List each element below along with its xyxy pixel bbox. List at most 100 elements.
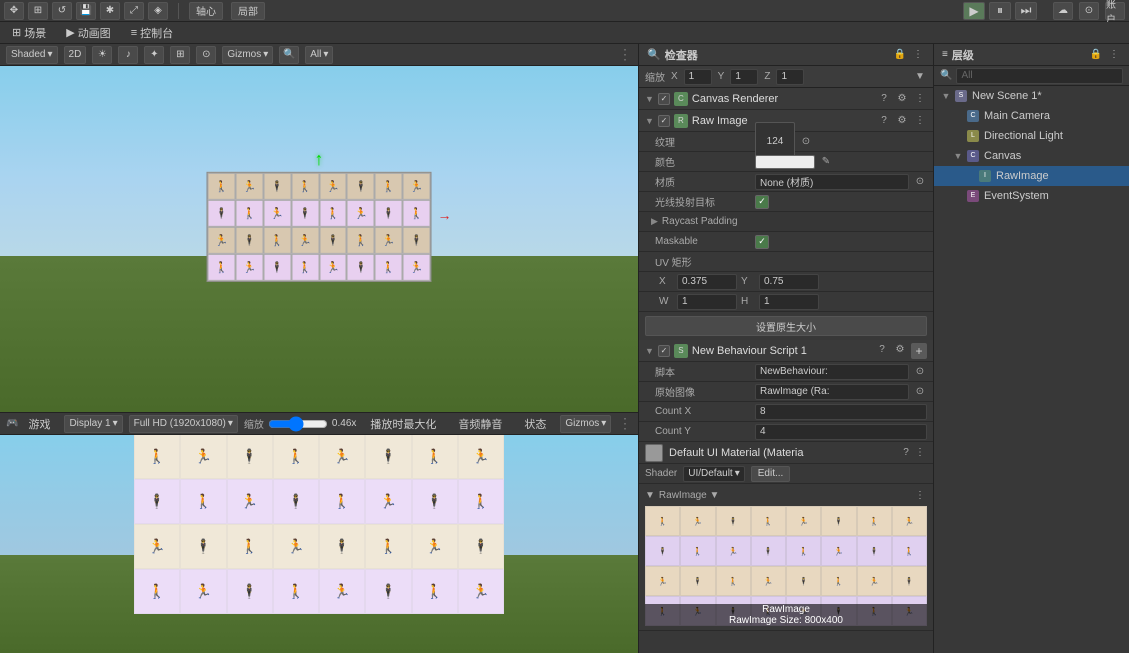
- uv-w-field[interactable]: 1: [677, 294, 737, 310]
- inspector-more-btn[interactable]: ⋮: [911, 48, 925, 62]
- scene-search-btn[interactable]: 🔍: [279, 46, 299, 64]
- material-field[interactable]: None (材质): [755, 174, 909, 190]
- scene-camera-btn[interactable]: ⊙: [196, 46, 216, 64]
- scene-fx-btn[interactable]: ✦: [144, 46, 164, 64]
- canvas-renderer-help[interactable]: ?: [877, 92, 891, 106]
- rawimage-more-btn[interactable]: ⋮: [913, 488, 927, 502]
- search-all-dropdown[interactable]: All ▾: [305, 46, 333, 64]
- count-y-field[interactable]: 4: [755, 424, 927, 440]
- scale-tool[interactable]: ✱: [100, 2, 120, 20]
- material-help-btn[interactable]: ?: [899, 446, 913, 460]
- uv-x-field[interactable]: 0.375: [677, 274, 737, 290]
- shader-edit-btn[interactable]: Edit...: [751, 466, 791, 482]
- play-maximize-btn[interactable]: 播放时最大化: [362, 414, 444, 434]
- hierarchy-title: 层级: [952, 47, 974, 63]
- hierarchy-header: ≡ 层级 🔒 ⋮: [934, 44, 1129, 66]
- maskable-checkbox[interactable]: ✓: [755, 235, 769, 249]
- play-button[interactable]: ▶: [963, 2, 985, 20]
- canvas-renderer-header[interactable]: ▼ ✓ C Canvas Renderer ? ⚙ ⋮: [639, 88, 933, 110]
- texture-pick-btn[interactable]: ⊙: [799, 135, 813, 149]
- account-btn[interactable]: 账户: [1105, 2, 1125, 20]
- resolution-dropdown[interactable]: Full HD (1920x1080) ▾: [129, 415, 238, 433]
- hierarchy-search-input[interactable]: All: [956, 68, 1123, 84]
- uv-y-field[interactable]: 0.75: [759, 274, 819, 290]
- y-value[interactable]: 1: [730, 69, 758, 85]
- scene-grid-btn[interactable]: ⊞: [170, 46, 190, 64]
- color-eyedropper[interactable]: ✎: [819, 155, 833, 169]
- material-pick-btn[interactable]: ⊙: [913, 175, 927, 189]
- display-dropdown[interactable]: Display 1 ▾: [64, 415, 122, 433]
- raycast-padding-section[interactable]: ▶ Raycast Padding: [639, 212, 933, 232]
- hier-new-scene[interactable]: ▼ S New Scene 1*: [934, 86, 1129, 106]
- game-gizmos-dropdown[interactable]: Gizmos ▾: [560, 415, 611, 433]
- script-field[interactable]: NewBehaviour:: [755, 364, 909, 380]
- scene-canvas[interactable]: ↑ 🚶 🏃 🕴 🚶 🏃 🕴 🚶 🏃 🕴: [0, 66, 638, 412]
- canvas-renderer-settings[interactable]: ⚙: [895, 92, 909, 106]
- gizmos-dropdown[interactable]: Gizmos ▾: [222, 46, 273, 64]
- scale-slider[interactable]: [268, 420, 328, 428]
- game-tab-label: 游戏: [28, 416, 50, 432]
- raw-image-prop-field[interactable]: RawImage (Ra:: [755, 384, 909, 400]
- canvas-renderer-more[interactable]: ⋮: [913, 92, 927, 106]
- undo[interactable]: ↺: [52, 2, 72, 20]
- behaviour-enable[interactable]: ✓: [658, 345, 670, 357]
- layers-icon[interactable]: ☁: [1053, 2, 1073, 20]
- pause-button[interactable]: ⏸: [989, 2, 1011, 20]
- enable-checkbox[interactable]: ✓: [658, 93, 670, 105]
- inspector-toolbar-more[interactable]: ▼: [913, 70, 927, 84]
- z-value[interactable]: 1: [776, 69, 804, 85]
- behaviour-help[interactable]: ?: [875, 343, 889, 357]
- console-tab[interactable]: ≡ 控制台: [123, 23, 181, 43]
- script-pick[interactable]: ⊙: [913, 365, 927, 379]
- hierarchy-more[interactable]: ⋮: [1107, 48, 1121, 62]
- inspector-content: ▼ ✓ C Canvas Renderer ? ⚙ ⋮ ▼ ✓ R Raw Im…: [639, 88, 933, 653]
- hier-eventsystem[interactable]: E EventSystem: [934, 186, 1129, 206]
- overlay-line2: RawImage Size: 800x400: [729, 615, 843, 626]
- collab-icon[interactable]: ⊙: [1079, 2, 1099, 20]
- step-button[interactable]: ⏭: [1015, 2, 1037, 20]
- raw-image-prop-pick[interactable]: ⊙: [913, 385, 927, 399]
- hier-main-camera[interactable]: C Main Camera: [934, 106, 1129, 126]
- hierarchy-lock[interactable]: 🔒: [1089, 48, 1103, 62]
- material-more-btn[interactable]: ⋮: [913, 446, 927, 460]
- scene-light-btn[interactable]: ☀: [92, 46, 112, 64]
- animation-tab[interactable]: ▶ 动画图: [58, 23, 118, 43]
- select-tool[interactable]: ◈: [148, 2, 168, 20]
- scene-more-btn[interactable]: ⋮: [618, 46, 632, 63]
- 2d-toggle[interactable]: 2D: [64, 46, 87, 64]
- uv-h-label: H: [741, 296, 755, 307]
- hier-dir-light[interactable]: L Directional Light: [934, 126, 1129, 146]
- audio-mute-btn[interactable]: 音频静音: [450, 414, 510, 434]
- hier-rawimage[interactable]: I RawImage: [934, 166, 1129, 186]
- local-global-btn[interactable]: 局部: [231, 2, 265, 20]
- count-x-field[interactable]: 8: [755, 404, 927, 420]
- move-tool[interactable]: ⊞: [28, 2, 48, 20]
- left-panel: Shaded ▾ 2D ☀ ♪ ✦ ⊞ ⊙ Gizmos ▾ 🔍 All: [0, 44, 639, 653]
- color-value: ✎: [755, 155, 927, 169]
- save[interactable]: 💾: [76, 2, 96, 20]
- inspector-lock-btn[interactable]: 🔒: [893, 48, 907, 62]
- scene-audio-btn[interactable]: ♪: [118, 46, 138, 64]
- uv-h-field[interactable]: 1: [759, 294, 819, 310]
- new-behaviour-header[interactable]: ▼ ✓ S New Behaviour Script 1 ? ⚙ +: [639, 340, 933, 362]
- shader-dropdown[interactable]: UI/Default ▾: [683, 466, 745, 482]
- scene-tab[interactable]: ⊞ 场景: [4, 23, 54, 43]
- game-canvas[interactable]: 🚶 🏃 🕴 🚶 🏃 🕴 🚶 🏃 🕴 🚶 🏃 🕴 🚶 🏃 🕴: [0, 435, 638, 653]
- state-btn[interactable]: 状态: [516, 414, 554, 434]
- game-more-btn[interactable]: ⋮: [618, 415, 632, 432]
- scale-control: 缩放 0.46x: [244, 416, 356, 431]
- x-value[interactable]: 1: [684, 69, 712, 85]
- hand-tool[interactable]: ✥: [4, 2, 24, 20]
- raw-image-enable[interactable]: ✓: [658, 115, 670, 127]
- raycast-checkbox[interactable]: ✓: [755, 195, 769, 209]
- color-swatch[interactable]: [755, 155, 815, 169]
- hier-canvas[interactable]: ▼ C Canvas: [934, 146, 1129, 166]
- behaviour-settings[interactable]: ⚙: [893, 343, 907, 357]
- resize-tool[interactable]: ⤢: [124, 2, 144, 20]
- set-native-size-btn[interactable]: 设置原生大小: [645, 316, 927, 336]
- uv-y-label: Y: [741, 276, 755, 287]
- play-controls: ▶ ⏸ ⏭: [963, 2, 1037, 20]
- shading-mode-dropdown[interactable]: Shaded ▾: [6, 46, 58, 64]
- axis-pivot-btn[interactable]: 轴心: [189, 2, 223, 20]
- behaviour-add-btn[interactable]: +: [911, 343, 927, 359]
